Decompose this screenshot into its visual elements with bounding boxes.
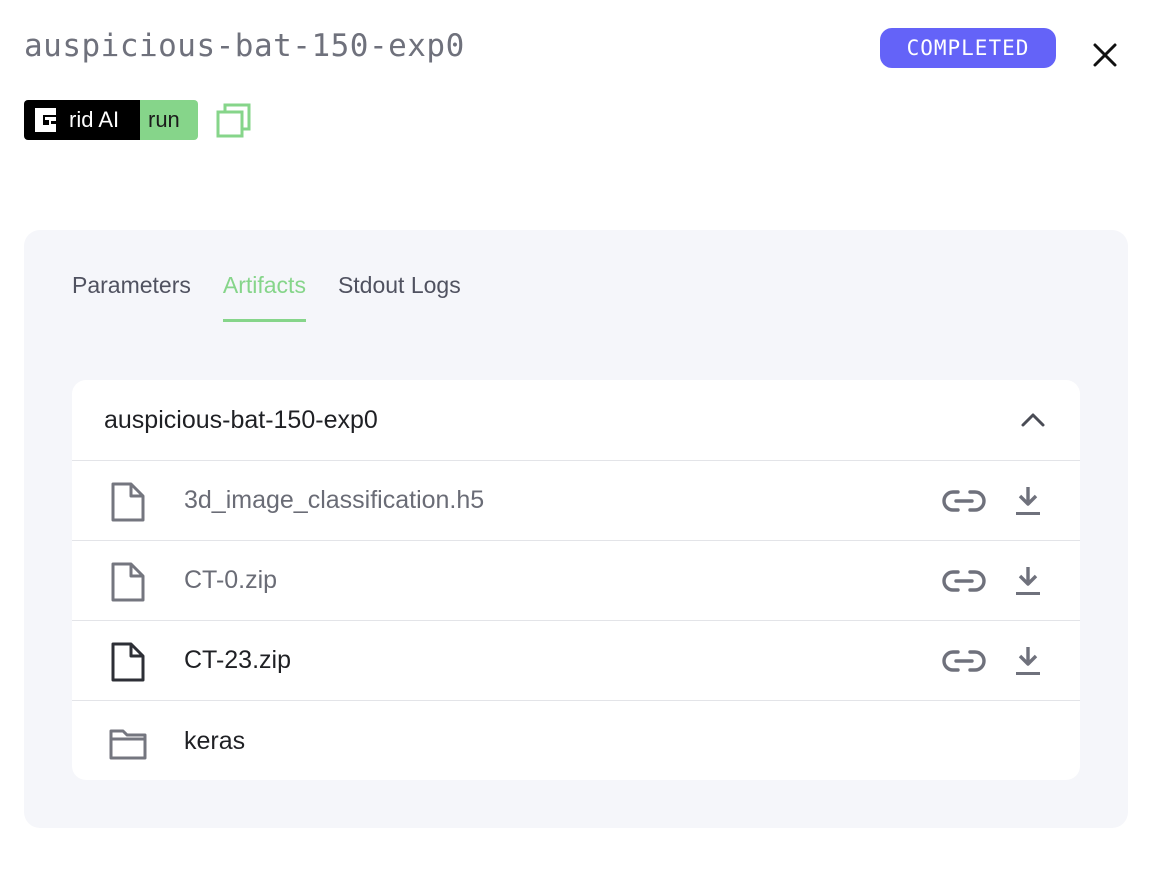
file-icon [111,562,145,602]
download-icon[interactable] [1014,645,1042,677]
tab-bar: Parameters Artifacts Stdout Logs [72,270,493,324]
close-icon [1093,43,1117,67]
link-icon[interactable] [942,565,986,597]
tab-stdout-logs[interactable]: Stdout Logs [338,270,461,322]
close-button[interactable] [1088,38,1122,72]
file-icon [111,482,145,522]
artifact-row[interactable]: 3d_image_classification.h5 [72,461,1080,541]
artifact-name: 3d_image_classification.h5 [184,486,485,514]
link-icon[interactable] [942,485,986,517]
grid-ai-logo: rid AI [24,100,140,140]
download-icon[interactable] [1014,565,1042,597]
copy-icon [216,103,251,138]
artifacts-card: auspicious-bat-150-exp0 3d_image_classif… [72,380,1080,780]
artifacts-group-header[interactable]: auspicious-bat-150-exp0 [72,380,1080,461]
file-icon [111,642,145,682]
copy-button[interactable] [214,101,254,141]
link-icon[interactable] [942,645,986,677]
status-badge: COMPLETED [880,28,1056,68]
artifact-row[interactable]: CT-23.zip [72,621,1080,701]
artifact-name: CT-0.zip [184,566,278,594]
grid-ai-text: rid AI [69,107,120,132]
artifact-name: CT-23.zip [184,646,291,674]
folder-icon [109,729,147,760]
tab-artifacts[interactable]: Artifacts [222,270,306,322]
details-panel: Parameters Artifacts Stdout Logs auspici… [24,230,1128,828]
tab-parameters[interactable]: Parameters [72,270,191,322]
grid-logo-icon [35,108,56,132]
artifact-name: keras [184,726,246,755]
artifact-row[interactable]: keras [72,701,1080,780]
download-icon[interactable] [1014,485,1042,517]
chevron-up-icon[interactable] [1018,410,1048,430]
run-kind-label: run [140,100,198,140]
run-title: auspicious-bat-150-exp0 [24,28,465,64]
artifacts-group-title: auspicious-bat-150-exp0 [104,405,378,434]
grid-ai-run-badge: rid AI run [24,100,198,140]
artifact-row[interactable]: CT-0.zip [72,541,1080,621]
